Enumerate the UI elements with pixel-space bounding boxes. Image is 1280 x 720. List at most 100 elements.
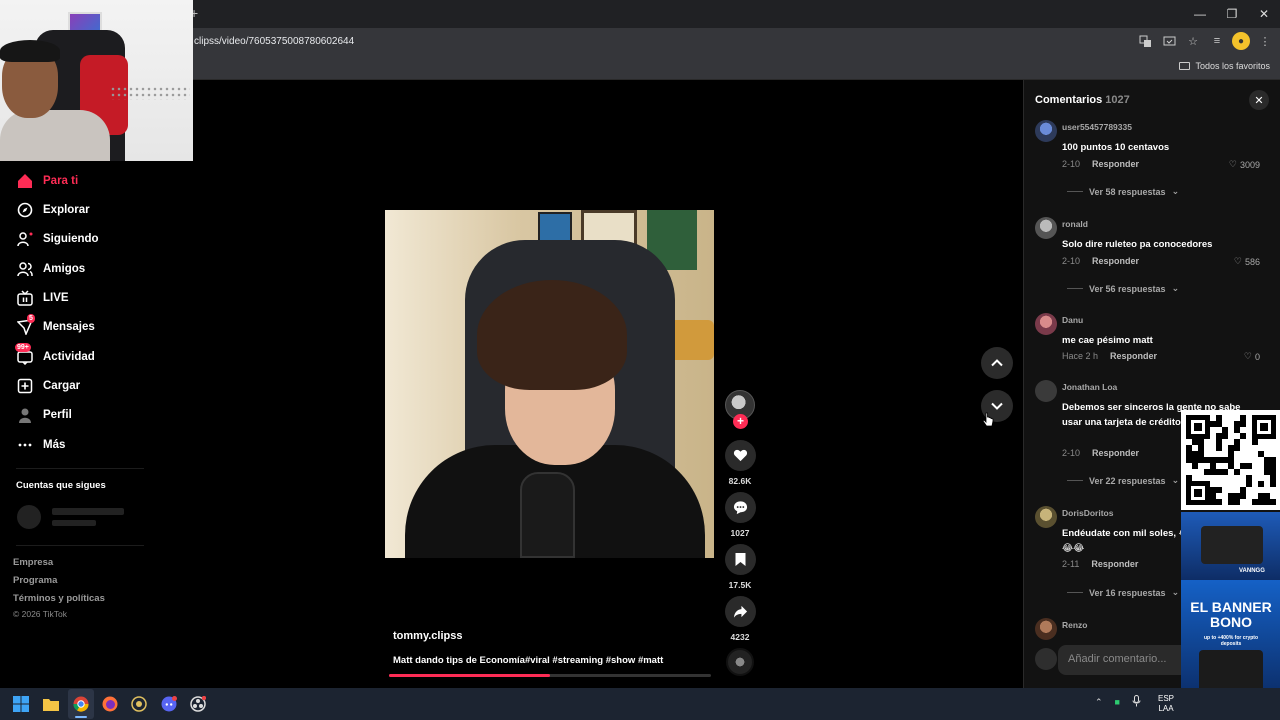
sidebar-item-amigos[interactable]: Amigos xyxy=(16,260,85,277)
comment-avatar[interactable] xyxy=(1035,313,1057,335)
comment-text: Solo dire ruleteo pa conocedores xyxy=(1062,239,1213,250)
previous-video-button[interactable] xyxy=(981,347,1013,379)
sidebar-item-label: Para ti xyxy=(43,174,79,187)
close-window-button[interactable]: ✕ xyxy=(1248,0,1280,28)
sidebar-item-live[interactable]: LIVE xyxy=(16,289,69,306)
comment-username[interactable]: Renzo xyxy=(1062,620,1088,630)
video-author[interactable]: tommy.clipss xyxy=(393,630,463,642)
comment-like-button[interactable]: ♡ 586 xyxy=(1234,256,1260,267)
reply-button[interactable]: Responder xyxy=(1092,448,1139,458)
like-button[interactable] xyxy=(725,440,756,471)
sidebar-item-para-ti[interactable]: Para ti xyxy=(16,172,78,189)
all-bookmarks-button[interactable]: Todos los favoritos xyxy=(1179,61,1270,71)
reply-button[interactable]: Responder xyxy=(1092,256,1139,266)
sidebar-item-actividad[interactable]: 99+ Actividad xyxy=(15,343,95,365)
menu-kebab-icon[interactable]: ⋮ xyxy=(1256,32,1274,50)
reply-button[interactable]: Responder xyxy=(1091,559,1138,569)
firefox-icon[interactable] xyxy=(101,695,119,713)
comment-like-count: 0 xyxy=(1254,351,1260,362)
profile-avatar-icon[interactable]: ● xyxy=(1232,32,1250,50)
tray-expand-icon[interactable]: ⌃ xyxy=(1095,697,1103,708)
reading-list-icon[interactable]: ≡ xyxy=(1208,32,1226,50)
sidebar-item-siguiendo[interactable]: Siguiendo xyxy=(16,230,99,247)
comment-username[interactable]: Danu xyxy=(1062,315,1083,325)
music-disc[interactable] xyxy=(726,648,754,676)
comment-button[interactable] xyxy=(725,492,756,523)
app-icon[interactable] xyxy=(130,695,148,713)
comment-avatar[interactable] xyxy=(1035,380,1057,402)
comment-username[interactable]: user55457789335 xyxy=(1062,122,1132,132)
replies-line xyxy=(1067,288,1083,289)
view-replies-label: Ver 16 respuestas xyxy=(1089,587,1166,598)
comment-username[interactable]: Jonathan Loa xyxy=(1062,382,1117,392)
sidebar-item-perfil[interactable]: Perfil xyxy=(16,406,72,423)
messages-badge: 5 xyxy=(27,314,35,323)
comment-avatar[interactable] xyxy=(1035,120,1057,142)
qr-module xyxy=(1234,469,1240,475)
url-field[interactable]: clipss/video/7605375008780602644 xyxy=(194,36,354,47)
sidebar-item-cargar[interactable]: Cargar xyxy=(16,377,80,394)
footer-link-programa[interactable]: Programa xyxy=(13,575,57,586)
translate-icon[interactable] xyxy=(1136,32,1154,50)
minimize-button[interactable]: — xyxy=(1184,0,1216,28)
sidebar-item-mas[interactable]: Más xyxy=(16,436,65,453)
restore-button[interactable]: ❐ xyxy=(1216,0,1248,28)
comment-avatar[interactable] xyxy=(1035,618,1057,640)
layout-code: LAA xyxy=(1158,704,1174,713)
view-replies-button[interactable]: Ver 58 respuestas ⌄ xyxy=(1067,186,1179,197)
footer-link-empresa[interactable]: Empresa xyxy=(13,557,53,568)
comment-username[interactable]: ronald xyxy=(1062,219,1088,229)
video-progress-bar[interactable] xyxy=(389,674,711,677)
save-button[interactable] xyxy=(725,544,756,575)
taskbar-active-indicator xyxy=(75,716,87,718)
copyright: © 2026 TikTok xyxy=(13,609,67,619)
sidebar-item-label: Actividad xyxy=(43,350,95,363)
follow-plus-button[interactable]: + xyxy=(733,414,748,429)
comment-like-button[interactable]: ♡ 3009 xyxy=(1229,159,1260,170)
sidebar-item-label: Más xyxy=(43,438,66,451)
reply-button[interactable]: Responder xyxy=(1092,159,1139,169)
share-button[interactable] xyxy=(725,596,756,627)
language-code: ESP xyxy=(1158,694,1175,703)
comment-meta: 2-10 Responder xyxy=(1062,448,1139,458)
sidebar-item-mensajes[interactable]: 5 Mensajes xyxy=(16,314,95,335)
qr-module xyxy=(1222,469,1228,475)
comments-title-label: Comentarios xyxy=(1035,94,1103,106)
qr-module xyxy=(1234,499,1240,505)
comment-avatar[interactable] xyxy=(1035,217,1057,239)
view-replies-button[interactable]: Ver 56 respuestas ⌄ xyxy=(1067,283,1179,294)
tray-app-icon[interactable]: ■ xyxy=(1115,697,1120,707)
discord-icon[interactable] xyxy=(160,695,178,713)
obs-icon[interactable] xyxy=(189,695,207,713)
account-skeleton-line xyxy=(52,520,96,526)
comment-meta: 2-10 Responder xyxy=(1062,159,1139,169)
save-count: 17.5K xyxy=(728,580,752,590)
view-replies-button[interactable]: Ver 16 respuestas ⌄ xyxy=(1067,587,1179,598)
microphone-icon[interactable] xyxy=(1132,695,1141,709)
comment-avatar[interactable] xyxy=(1035,506,1057,528)
qr-module xyxy=(1240,433,1246,439)
chevron-down-icon xyxy=(991,402,1003,410)
live-icon xyxy=(16,289,33,306)
file-explorer-icon[interactable] xyxy=(42,695,60,713)
qr-module xyxy=(1240,421,1246,427)
chevron-down-icon: ⌄ xyxy=(1171,186,1180,196)
following-icon xyxy=(16,230,33,247)
heart-outline-icon: ♡ xyxy=(1233,256,1242,266)
bookmark-star-icon[interactable]: ☆ xyxy=(1184,32,1202,50)
chevron-up-icon xyxy=(991,359,1003,367)
reply-button[interactable]: Responder xyxy=(1110,351,1157,361)
video-player[interactable] xyxy=(385,210,714,558)
footer-link-terminos[interactable]: Términos y políticas xyxy=(13,593,105,604)
chevron-down-icon: ⌄ xyxy=(1171,475,1180,485)
close-comments-button[interactable]: ✕ xyxy=(1249,90,1269,110)
comment-count: 1027 xyxy=(730,528,750,538)
sidebar-item-explorar[interactable]: Explorar xyxy=(16,201,90,218)
comment-username[interactable]: DorisDoritos xyxy=(1062,508,1113,518)
chrome-icon[interactable] xyxy=(72,695,90,713)
cast-icon[interactable] xyxy=(1160,32,1178,50)
input-language[interactable]: ESP LAA xyxy=(1158,694,1174,714)
view-replies-button[interactable]: Ver 22 respuestas ⌄ xyxy=(1067,475,1179,486)
comment-like-button[interactable]: ♡ 0 xyxy=(1244,351,1260,362)
windows-start-icon[interactable] xyxy=(12,695,30,713)
